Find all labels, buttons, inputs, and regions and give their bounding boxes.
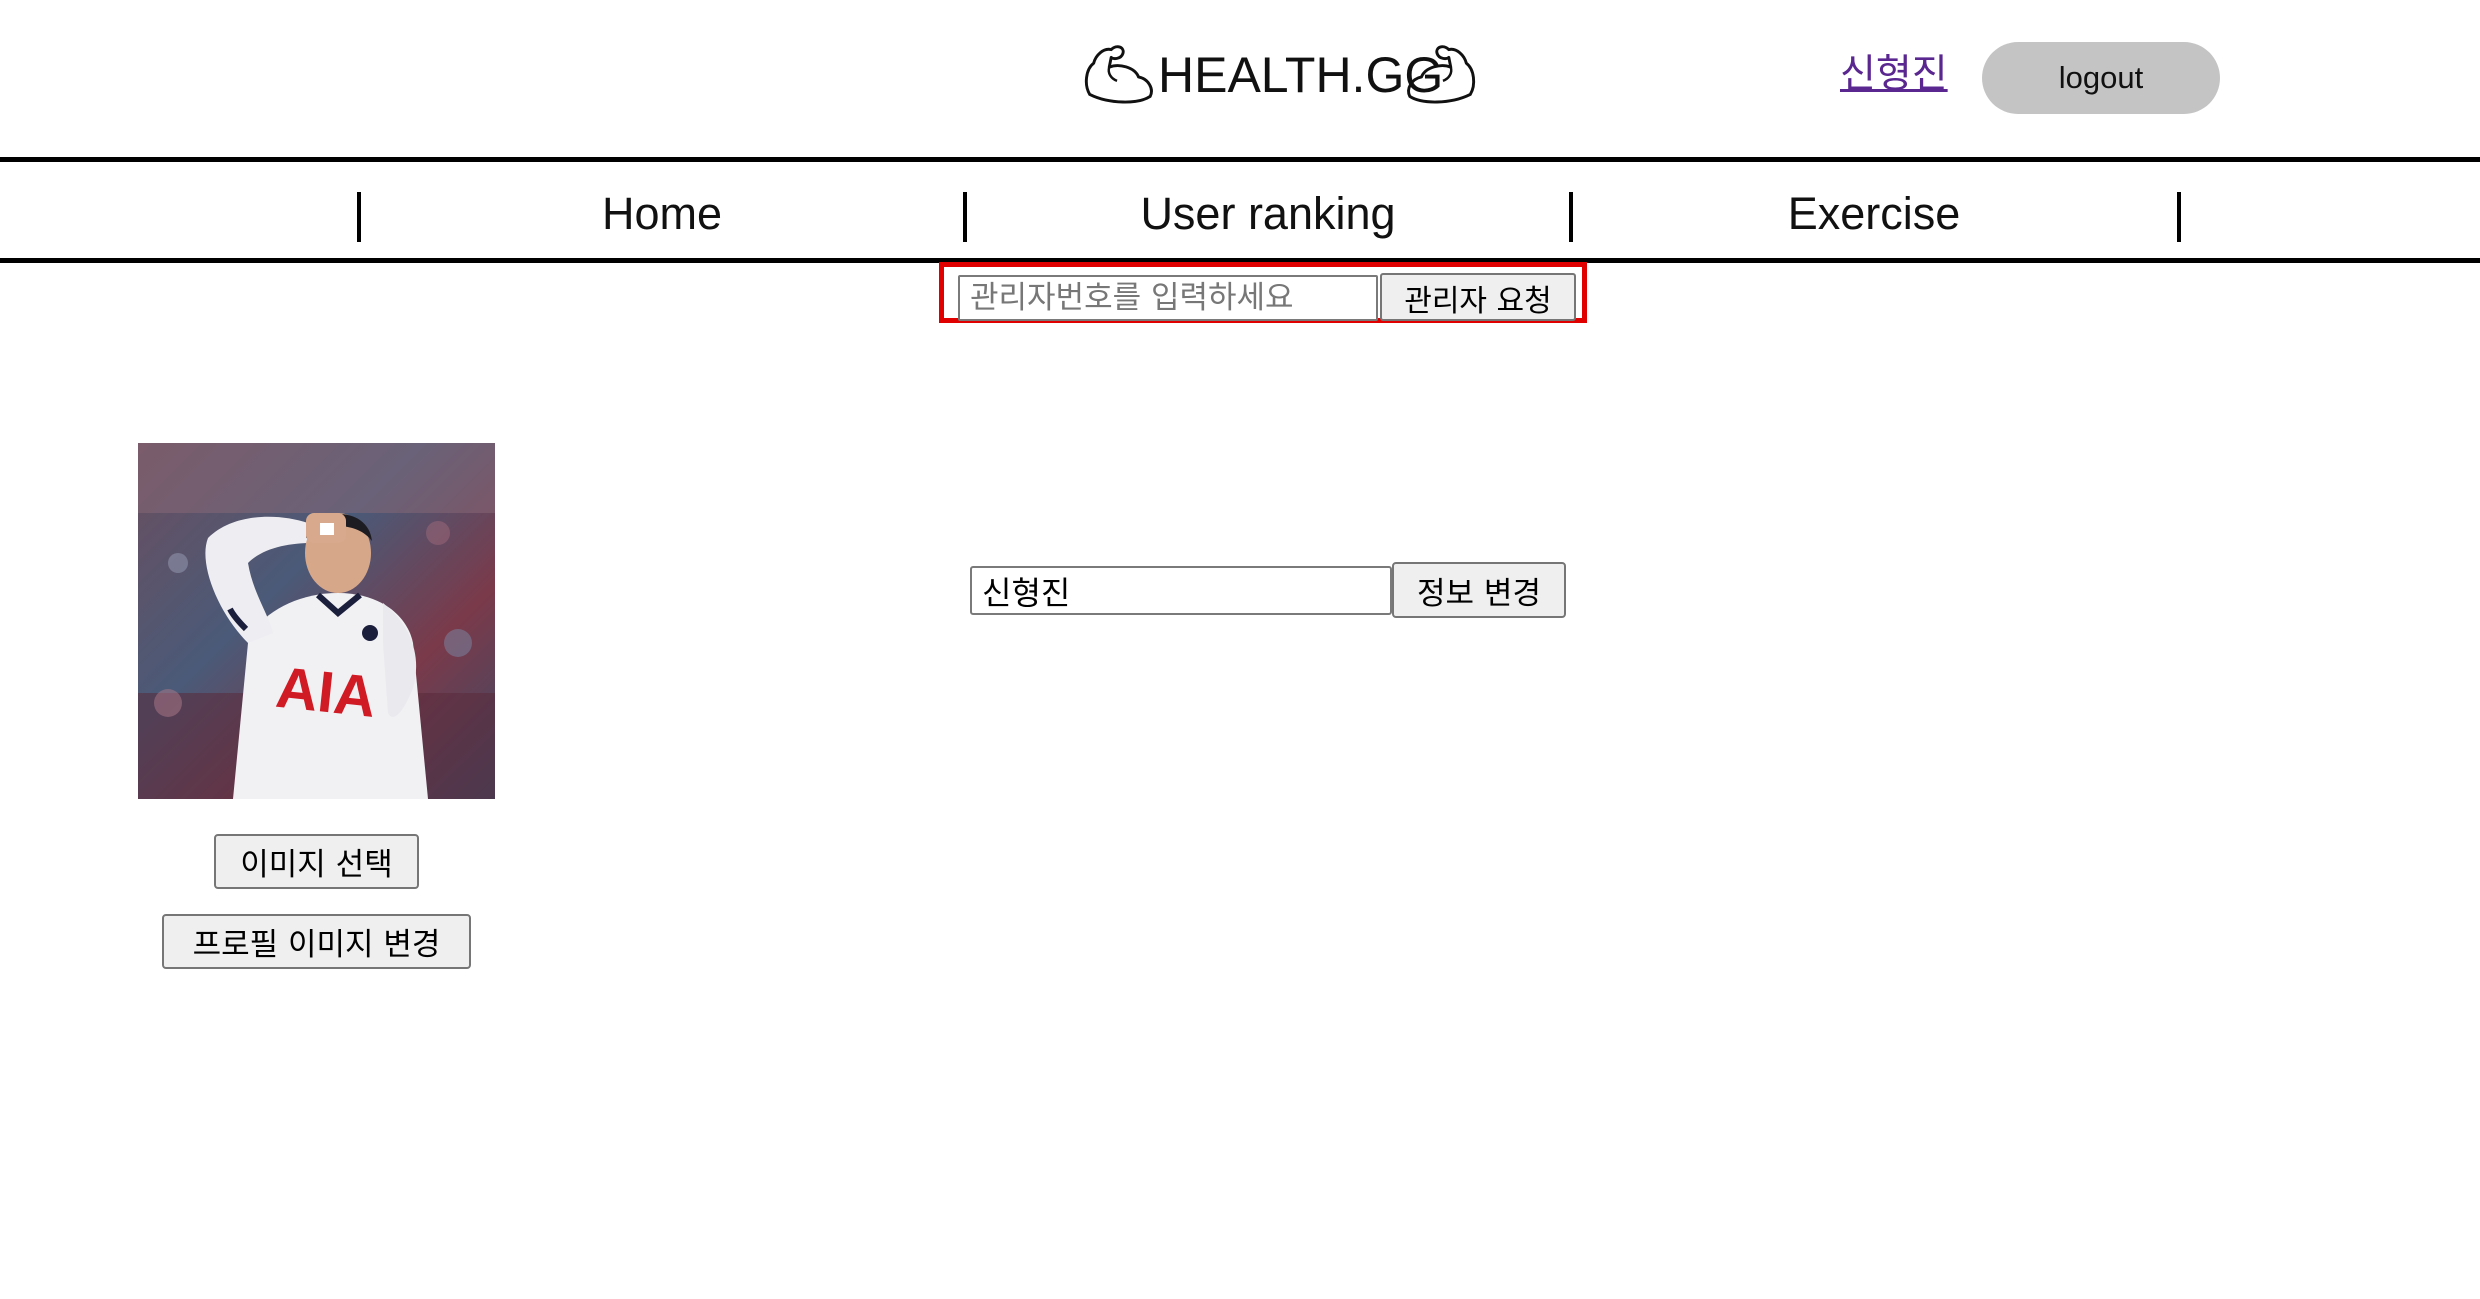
admin-number-input[interactable] [958,275,1378,321]
nav-separator [963,192,967,242]
nav-item-exercise[interactable]: Exercise [1624,186,2124,242]
jersey-sponsor-text: AIA [273,655,379,730]
user-profile-link[interactable]: 신형진 [1840,52,1948,98]
nav-item-user-ranking[interactable]: User ranking [1018,186,1518,242]
logo[interactable]: HEALTH.GG [1080,30,1480,120]
nav-separator [1569,192,1573,242]
select-image-button[interactable]: 이미지 선택 [214,834,419,889]
logo-text: HEALTH.GG [1158,47,1444,103]
nav-top-divider [0,157,2480,162]
nav-item-home[interactable]: Home [412,186,912,242]
nav-separator [2177,192,2181,242]
admin-request-button[interactable]: 관리자 요청 [1380,273,1576,321]
admin-request-form: 관리자 요청 [939,262,1587,323]
profile-image: AIA [138,443,495,799]
flexed-arm-right-icon [1407,45,1476,104]
change-profile-image-button[interactable]: 프로필 이미지 변경 [162,914,471,969]
nav-separator [357,192,361,242]
profile-photo-graphic: AIA [138,443,495,799]
name-input[interactable] [970,566,1392,615]
change-info-button[interactable]: 정보 변경 [1392,562,1566,618]
flexed-arm-left-icon [1084,45,1153,104]
logout-button[interactable]: logout [1982,42,2220,114]
